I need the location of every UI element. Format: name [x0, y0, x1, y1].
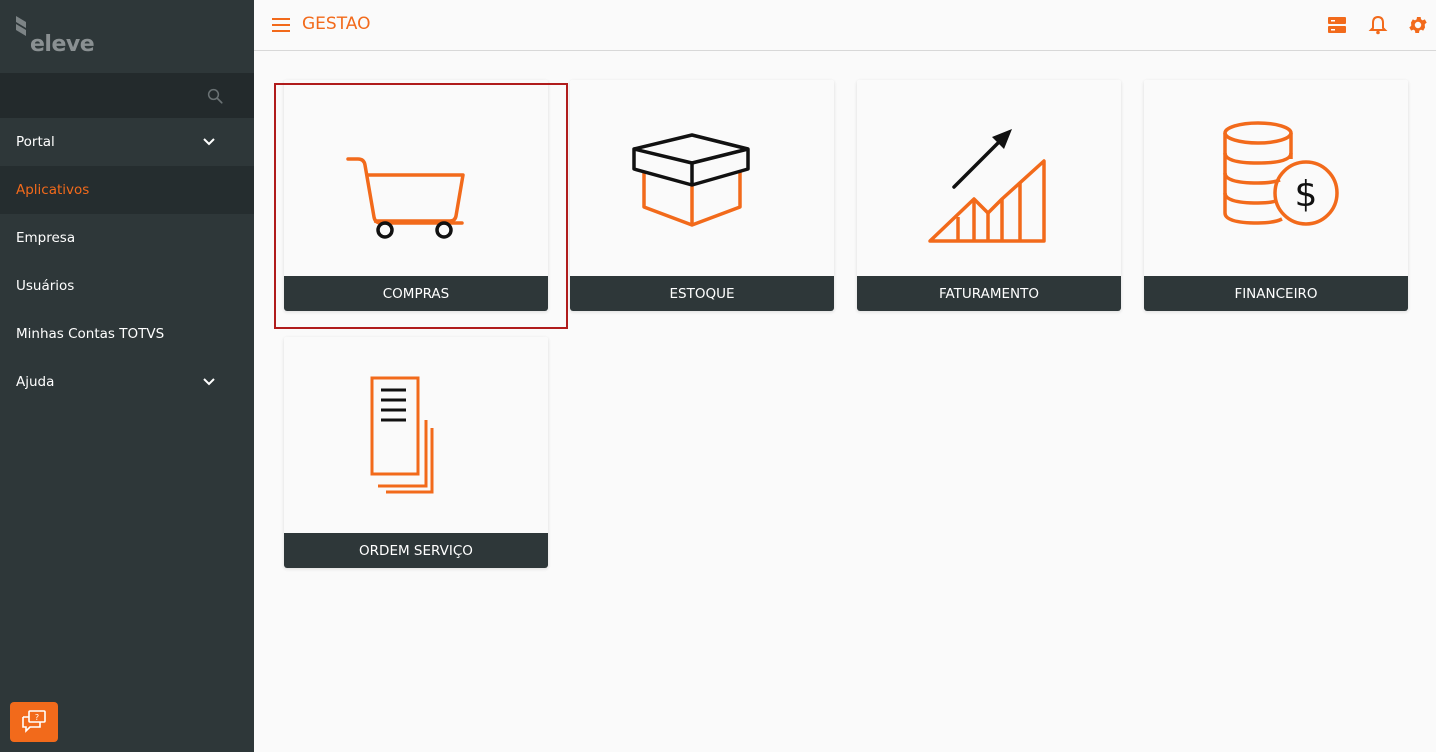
app-card-label[interactable]: FINANCEIRO — [1144, 276, 1408, 311]
hamburger-menu-icon[interactable] — [272, 16, 292, 34]
app-card-ordem-servico[interactable]: ORDEM SERVIÇO — [284, 337, 548, 568]
search-icon[interactable] — [206, 87, 224, 105]
gear-icon[interactable] — [1407, 14, 1429, 36]
sidebar-item-label: Ajuda — [16, 374, 55, 390]
sidebar-item-empresa[interactable]: Empresa — [0, 214, 254, 262]
coins-dollar-icon: $ — [1223, 121, 1339, 226]
svg-text:?: ? — [35, 713, 39, 722]
card-illustration: $ — [1144, 80, 1408, 276]
bell-icon[interactable] — [1367, 14, 1389, 36]
sidebar-item-label: Usuários — [16, 278, 75, 294]
card-illustration — [570, 80, 834, 276]
app-card-financeiro[interactable]: $ FINANCEIRO — [1144, 80, 1408, 311]
top-header: GESTAO — [254, 0, 1436, 51]
app-card-estoque[interactable]: ESTOQUE — [570, 80, 834, 311]
app-card-faturamento[interactable]: FATURAMENTO — [857, 80, 1121, 311]
app-card-label[interactable]: ORDEM SERVIÇO — [284, 533, 548, 568]
card-illustration — [284, 80, 548, 276]
svg-text:$: $ — [1295, 174, 1318, 215]
sidebar-search[interactable] — [0, 73, 254, 118]
sidebar-item-portal[interactable]: Portal — [0, 118, 254, 166]
page-title: GESTAO — [302, 14, 371, 34]
sidebar-item-label: Aplicativos — [16, 182, 90, 198]
documents-icon — [370, 376, 434, 494]
shopping-cart-icon — [346, 157, 465, 239]
sidebar-item-aplicativos[interactable]: Aplicativos — [0, 166, 254, 214]
sidebar-item-usuarios[interactable]: Usuários — [0, 262, 254, 310]
app-card-compras[interactable]: COMPRAS — [284, 80, 548, 311]
chevron-down-icon[interactable] — [202, 375, 216, 389]
sidebar-nav: Portal Aplicativos Empresa Usuários Minh… — [0, 118, 254, 406]
card-illustration — [857, 80, 1121, 276]
sidebar: eleve Portal Aplicativos Empresa Usuário… — [0, 0, 254, 752]
sidebar-item-minhas-contas-totvs[interactable]: Minhas Contas TOTVS — [0, 310, 254, 358]
sidebar-item-label: Empresa — [16, 230, 76, 246]
chevron-down-icon[interactable] — [202, 135, 216, 149]
card-illustration — [284, 337, 548, 533]
app-card-label[interactable]: ESTOQUE — [570, 276, 834, 311]
sidebar-item-ajuda[interactable]: Ajuda — [0, 358, 254, 406]
app-card-label[interactable]: FATURAMENTO — [857, 276, 1121, 311]
app-card-label[interactable]: COMPRAS — [284, 276, 548, 311]
chat-support-button[interactable]: ? — [10, 702, 58, 742]
growth-chart-icon — [928, 129, 1046, 243]
sidebar-item-label: Portal — [16, 134, 55, 150]
server-icon[interactable] — [1326, 14, 1348, 36]
logo-text: eleve — [30, 32, 95, 57]
chat-help-icon: ? — [22, 710, 46, 733]
sidebar-item-label: Minhas Contas TOTVS — [16, 326, 165, 342]
eleve-logo[interactable]: eleve — [12, 14, 102, 58]
box-icon — [632, 133, 750, 227]
